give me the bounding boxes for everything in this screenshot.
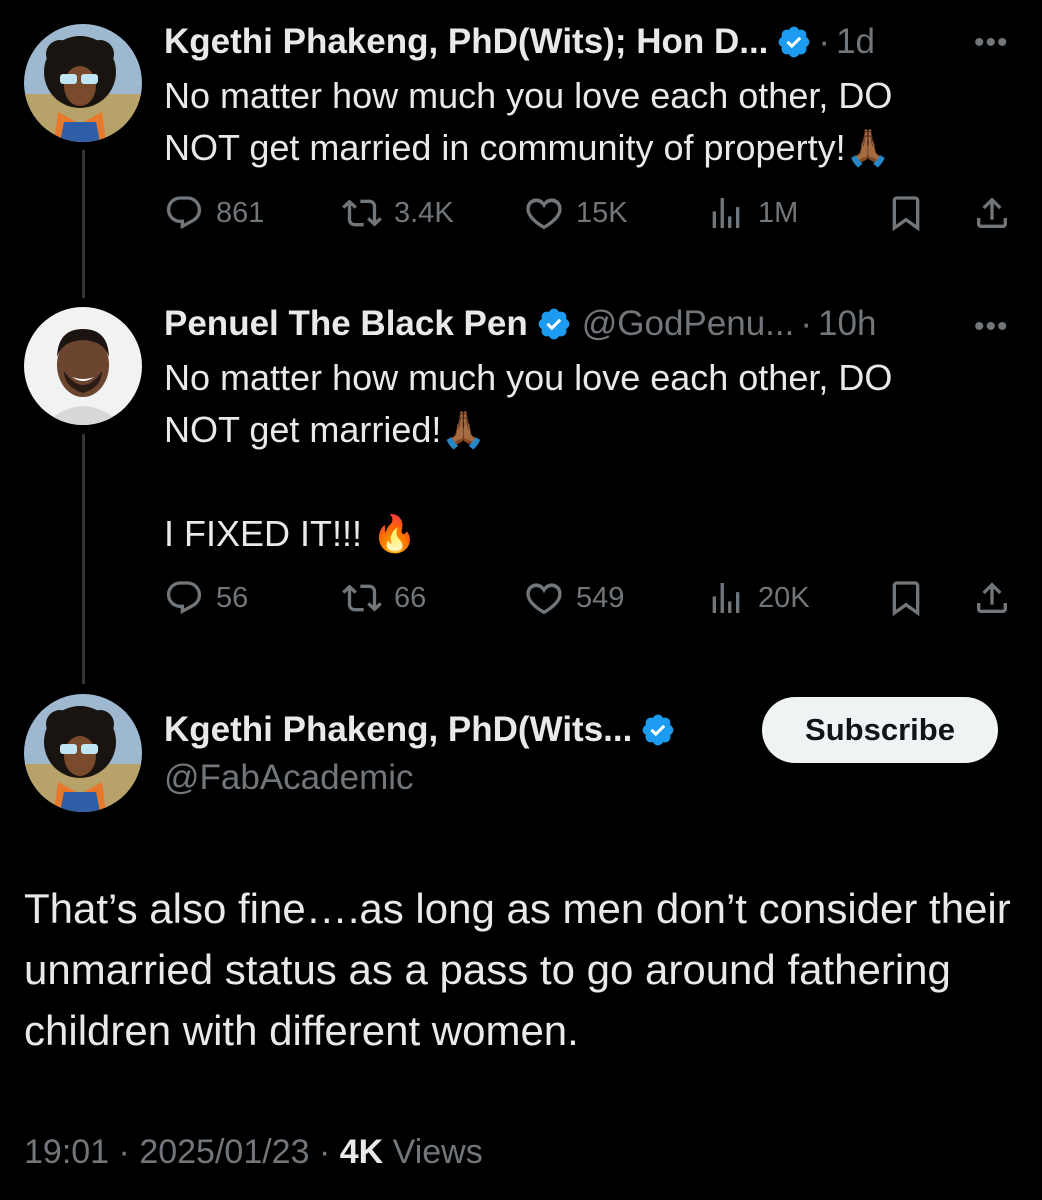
views-button[interactable]: 1M (706, 193, 798, 233)
retweet-icon (342, 199, 382, 227)
author-name[interactable]: Kgethi Phakeng, PhD(Wits... (164, 708, 632, 752)
tweet-text: No matter how much you love each other, … (164, 75, 893, 168)
timestamp[interactable]: 1d (836, 20, 875, 64)
views-count: 4K (339, 1133, 384, 1171)
views-label: Views (392, 1133, 483, 1171)
bookmark-button[interactable] (886, 578, 926, 623)
views-icon (712, 583, 740, 613)
more-options-icon[interactable]: ••• (974, 26, 1009, 60)
tweet-date[interactable]: 2025/01/23 (139, 1133, 309, 1171)
avatar[interactable] (24, 24, 142, 142)
heart-icon (526, 198, 562, 230)
timestamp[interactable]: 10h (818, 302, 876, 346)
more-options-icon[interactable]: ••• (974, 310, 1009, 344)
like-count: 549 (576, 581, 625, 614)
reply-count: 861 (216, 196, 265, 229)
retweet-button[interactable]: 66 (342, 578, 426, 618)
reply-icon (166, 196, 202, 230)
like-button[interactable]: 15K (524, 193, 628, 233)
retweet-icon (342, 584, 382, 612)
bookmark-icon (892, 196, 920, 232)
views-button[interactable]: 20K (706, 578, 810, 618)
verified-badge-icon (642, 714, 674, 746)
retweet-count: 66 (394, 581, 427, 614)
heart-icon (526, 583, 562, 615)
verified-badge-icon (538, 308, 570, 340)
like-button[interactable]: 549 (524, 578, 624, 618)
separator: · (818, 22, 831, 61)
share-icon (977, 197, 1007, 228)
author-handle[interactable]: @FabAcademic (164, 756, 414, 800)
tweet-text: No matter how much you love each other, … (164, 357, 893, 554)
reply-count: 56 (216, 581, 249, 614)
thread-line (82, 434, 85, 684)
verified-badge-icon (779, 26, 810, 58)
share-button[interactable] (972, 578, 1012, 623)
views-count: 20K (758, 581, 810, 614)
tweet-actions: 56 66 549 20K (164, 578, 1016, 628)
retweet-count: 3.4K (394, 196, 454, 229)
main-tweet-text: That’s also fine….as long as men don’t c… (24, 885, 1011, 1054)
tweet-time[interactable]: 19:01 (24, 1133, 109, 1171)
avatar[interactable] (24, 694, 142, 812)
tweet-header: Kgethi Phakeng, PhD(Wits); Hon D... · 1d (164, 20, 875, 64)
share-button[interactable] (972, 193, 1012, 238)
views-count: 1M (758, 196, 799, 229)
share-icon (977, 582, 1007, 613)
main-tweet-header: Kgethi Phakeng, PhD(Wits... (164, 708, 676, 752)
thread-line (82, 150, 85, 298)
bookmark-button[interactable] (886, 193, 926, 238)
tweet-actions: 861 3.4K 15K 1M (164, 193, 1016, 243)
separator: · (800, 304, 813, 343)
like-count: 15K (576, 196, 628, 229)
subscribe-button[interactable]: Subscribe (762, 697, 998, 763)
retweet-button[interactable]: 3.4K (342, 193, 454, 233)
tweet-header: Penuel The Black Pen @GodPenu... · 10h (164, 302, 876, 346)
views-icon (712, 198, 740, 228)
avatar[interactable] (24, 307, 142, 425)
tweet-metadata: 19:01 · 2025/01/23 · 4K Views (24, 1133, 483, 1172)
reply-icon (166, 581, 202, 615)
separator: · (118, 1133, 130, 1171)
author-handle[interactable]: @GodPenu... (582, 302, 795, 346)
separator: · (318, 1133, 331, 1171)
author-name[interactable]: Penuel The Black Pen (164, 302, 528, 346)
reply-button[interactable]: 861 (164, 193, 264, 233)
reply-button[interactable]: 56 (164, 578, 248, 618)
author-name[interactable]: Kgethi Phakeng, PhD(Wits); Hon D... (164, 20, 768, 64)
bookmark-icon (892, 581, 920, 617)
